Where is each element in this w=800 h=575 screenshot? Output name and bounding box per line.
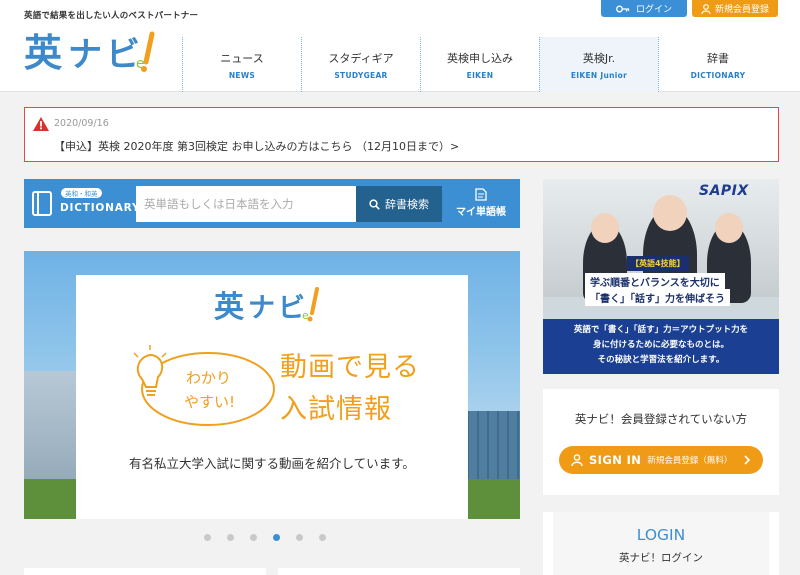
content-card[interactable]: [24, 568, 266, 575]
dictionary-search-button[interactable]: 辞書検索: [356, 186, 442, 222]
svg-text:ビ: ビ: [278, 293, 305, 324]
login-subheading: 英ナビ！ログイン: [619, 552, 703, 564]
svg-text:ナ: ナ: [248, 293, 275, 324]
carousel-dots: [204, 534, 326, 541]
carousel-dot[interactable]: [319, 534, 326, 541]
user-icon: [701, 3, 711, 14]
ad-student-face: [653, 195, 687, 231]
sapix-logo: SAPIX: [699, 183, 749, 199]
chevron-right-icon: [744, 455, 751, 465]
ad-student-face: [591, 213, 619, 243]
svg-text:ビ: ビ: [106, 35, 140, 74]
content-card[interactable]: [278, 568, 520, 575]
site-tagline: 英語で結果を出したい人のベストパートナー: [24, 11, 199, 21]
banner-headline-1: 動画で見る: [280, 352, 420, 383]
nav-item-studygear[interactable]: スタディギア STUDYGEAR: [301, 37, 420, 92]
search-icon: [369, 198, 380, 210]
key-icon: [616, 5, 630, 12]
nav-item-eiken[interactable]: 英検申し込み EIKEN: [420, 37, 539, 92]
nav-item-label: 英検申し込み: [447, 51, 513, 65]
eigonavi-logo[interactable]: 英 ナ ビ e: [24, 28, 174, 74]
carousel-dot[interactable]: [204, 534, 211, 541]
svg-text:ナ: ナ: [68, 35, 102, 74]
speech-bubble: わかり やすい!: [116, 343, 276, 431]
site-header: 英語で結果を出したい人のベストパートナー 英 ナ ビ e ログイン 新規会員登録…: [0, 0, 800, 92]
ad-line-1: 学ぶ順番とバランスを大切に: [585, 273, 725, 290]
notice-box: 2020/09/16 【申込】英検 2020年度 第3回検定 お申し込みの方はこ…: [24, 107, 779, 162]
ad-tag: 【英語4技能】: [627, 256, 689, 271]
ad-footer-line: その秘訣と学習法を紹介します。: [597, 355, 725, 365]
book-icon: [32, 191, 52, 216]
login-heading[interactable]: LOGIN: [543, 526, 779, 544]
bubble-line-2: やすい!: [184, 393, 236, 411]
dictionary-brand-label: DICTIONARY: [60, 202, 141, 214]
banner-logo: 英 ナ ビ e: [214, 287, 319, 325]
register-button-label: 新規会員登録: [714, 5, 769, 15]
nav-item-sublabel: DICTIONARY: [690, 70, 746, 80]
banner-headline-2: 入試情報: [280, 394, 392, 425]
dictionary-tag: 英和・和英: [61, 188, 102, 198]
ad-footer: 英語で「書く」「話す」力＝アウトプット力を 身に付けるために必要なものとは。 そ…: [543, 319, 779, 374]
carousel-dot-active[interactable]: [273, 534, 280, 541]
warning-icon: [33, 117, 49, 131]
signin-sublabel: 新規会員登録（無料）: [647, 456, 733, 466]
promo-banner[interactable]: 英 ナ ビ e わかり やすい! 動画で見る 入試情報 有名私立大学入試に関する…: [24, 251, 520, 519]
nav-item-sublabel: EIKEN Junior: [570, 70, 628, 80]
nav-item-sublabel: EIKEN: [466, 70, 494, 80]
carousel-dot[interactable]: [227, 534, 234, 541]
notice-date: 2020/09/16: [54, 118, 109, 129]
nav-item-news[interactable]: ニュース NEWS: [182, 37, 301, 92]
user-icon: [571, 454, 583, 466]
signin-button[interactable]: SIGN IN 新規会員登録（無料）: [559, 446, 763, 474]
nav-item-sublabel: NEWS: [228, 70, 256, 80]
nav-item-sublabel: STUDYGEAR: [334, 70, 388, 80]
login-button[interactable]: ログイン: [601, 0, 687, 17]
notice-link[interactable]: 【申込】英検 2020年度 第3回検定 お申し込みの方はこちら （12月10日ま…: [54, 138, 459, 154]
bubble-line-1: わかり: [186, 369, 232, 387]
carousel-dot[interactable]: [296, 534, 303, 541]
carousel-dot[interactable]: [250, 534, 257, 541]
ad-line-2: 「書く」「話す」力を伸ばそう: [585, 289, 730, 306]
sapix-advertisement[interactable]: SAPIX 【英語4技能】 学ぶ順番とバランスを大切に 「書く」「話す」力を伸ば…: [543, 179, 779, 374]
member-box-title: 英ナビ！会員登録されていない方: [574, 412, 748, 426]
nav-item-eiken-junior[interactable]: 英検Jr. EIKEN Junior: [539, 37, 658, 92]
dictionary-search-input[interactable]: [136, 186, 356, 222]
my-wordbook-label: マイ単語帳: [456, 207, 506, 218]
banner-subtitle: 有名私立大学入試に関する動画を紹介しています。: [129, 456, 415, 471]
nav-item-label: ニュース: [220, 51, 264, 65]
nav-item-label: 英検Jr.: [582, 51, 616, 65]
main-nav: ニュース NEWS スタディギア STUDYGEAR 英検申し込み EIKEN …: [182, 37, 800, 92]
ad-footer-line: 身に付けるために必要なものとは。: [592, 340, 729, 350]
nav-item-label: スタディギア: [328, 51, 394, 65]
svg-text:英: 英: [214, 290, 245, 325]
nav-item-dictionary[interactable]: 辞書 DICTIONARY: [658, 37, 777, 92]
login-button-label: ログイン: [635, 5, 672, 15]
nav-item-label: 辞書: [707, 51, 729, 65]
wordbook-icon: [475, 188, 487, 201]
ad-footer-line: 英語で「書く」「話す」力＝アウトプット力を: [573, 325, 749, 335]
svg-text:英: 英: [24, 31, 63, 74]
dictionary-brand: 英和・和英 DICTIONARY: [32, 187, 140, 220]
register-button[interactable]: 新規会員登録: [692, 0, 778, 17]
member-signup-box: 英ナビ！会員登録されていない方 SIGN IN 新規会員登録（無料）: [543, 389, 779, 495]
my-wordbook-button[interactable]: マイ単語帳: [448, 188, 514, 220]
banner-card: 英 ナ ビ e わかり やすい! 動画で見る 入試情報 有名私立大学入試に関する…: [76, 275, 468, 519]
signin-label: SIGN IN: [589, 453, 642, 467]
content-cards-row: [24, 568, 520, 575]
login-box: LOGIN 英ナビ！ログイン: [543, 512, 779, 575]
dictionary-search-label: 辞書検索: [385, 198, 429, 211]
dictionary-search-bar: 英和・和英 DICTIONARY 辞書検索 マイ単語帳: [24, 179, 520, 228]
ad-student-face: [715, 213, 743, 243]
